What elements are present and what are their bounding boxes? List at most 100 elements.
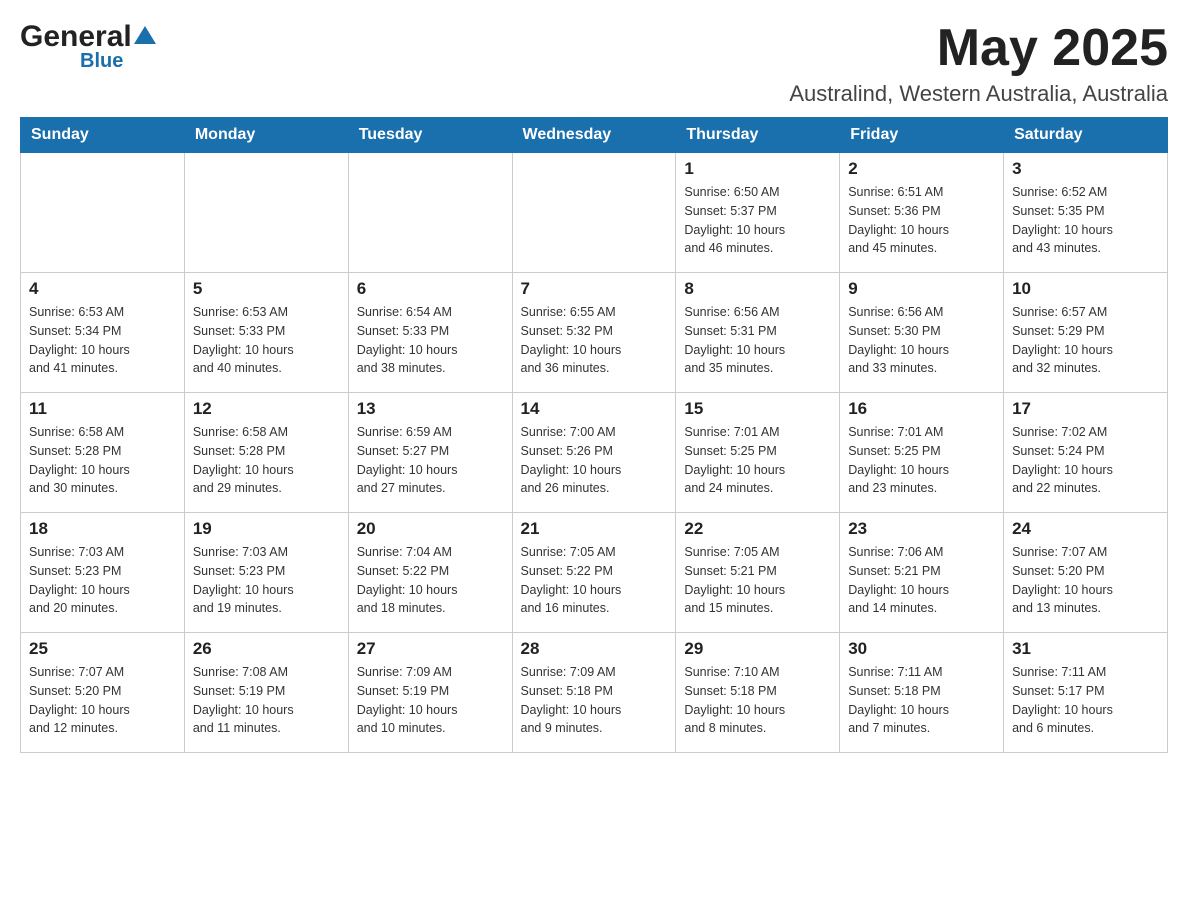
- page-header: General Blue May 2025 Australind, Wester…: [20, 20, 1168, 107]
- calendar-day-cell: 3 Sunrise: 6:52 AMSunset: 5:35 PMDaylight…: [1004, 153, 1168, 273]
- weekday-header-saturday: Saturday: [1004, 118, 1168, 153]
- calendar-week-row: 25Sunrise: 7:07 AMSunset: 5:20 PMDayligh…: [21, 633, 1168, 753]
- calendar-day-cell: 28 Sunrise: 7:09 AMSunset: 5:18 PMDayligh…: [512, 633, 676, 753]
- day-info: Sunrise: 6:59 AMSunset: 5:27 PMDaylight:…: [357, 423, 504, 498]
- calendar-day-cell: 21 Sunrise: 7:05 AMSunset: 5:22 PMDayligh…: [512, 513, 676, 633]
- calendar-day-cell: 18 Sunrise: 7:03 AMSunset: 5:23 PMDayligh…: [21, 513, 185, 633]
- weekday-header-tuesday: Tuesday: [348, 118, 512, 153]
- logo-blue-text: Blue: [80, 50, 123, 72]
- day-info: Sunrise: 6:51 AMSunset: 5:36 PMDaylight:…: [848, 183, 995, 258]
- day-number: 7: [521, 279, 668, 299]
- calendar-day-cell: 2 Sunrise: 6:51 AMSunset: 5:36 PMDaylight…: [840, 153, 1004, 273]
- calendar-week-row: 1 Sunrise: 6:50 AMSunset: 5:37 PMDaylight…: [21, 153, 1168, 273]
- weekday-header-wednesday: Wednesday: [512, 118, 676, 153]
- day-info: Sunrise: 7:09 AMSunset: 5:19 PMDaylight:…: [357, 663, 504, 738]
- calendar-day-cell: 7 Sunrise: 6:55 AMSunset: 5:32 PMDaylight…: [512, 273, 676, 393]
- weekday-header-monday: Monday: [184, 118, 348, 153]
- calendar-day-cell: 8 Sunrise: 6:56 AMSunset: 5:31 PMDaylight…: [676, 273, 840, 393]
- day-info: Sunrise: 7:03 AMSunset: 5:23 PMDaylight:…: [29, 543, 176, 618]
- calendar-day-cell: 29Sunrise: 7:10 AMSunset: 5:18 PMDayligh…: [676, 633, 840, 753]
- day-info: Sunrise: 7:11 AMSunset: 5:18 PMDaylight:…: [848, 663, 995, 738]
- calendar-day-cell: 25Sunrise: 7:07 AMSunset: 5:20 PMDayligh…: [21, 633, 185, 753]
- day-number: 14: [521, 399, 668, 419]
- day-number: 5: [193, 279, 340, 299]
- logo-triangle-icon: [134, 26, 156, 44]
- calendar-empty-cell: [21, 153, 185, 273]
- day-number: 2: [848, 159, 995, 179]
- day-info: Sunrise: 6:56 AMSunset: 5:30 PMDaylight:…: [848, 303, 995, 378]
- day-number: 17: [1012, 399, 1159, 419]
- day-info: Sunrise: 7:06 AMSunset: 5:21 PMDaylight:…: [848, 543, 995, 618]
- day-info: Sunrise: 7:05 AMSunset: 5:21 PMDaylight:…: [684, 543, 831, 618]
- day-info: Sunrise: 6:58 AMSunset: 5:28 PMDaylight:…: [29, 423, 176, 498]
- day-info: Sunrise: 7:03 AMSunset: 5:23 PMDaylight:…: [193, 543, 340, 618]
- day-number: 26: [193, 639, 340, 659]
- day-info: Sunrise: 7:08 AMSunset: 5:19 PMDaylight:…: [193, 663, 340, 738]
- calendar-day-cell: 31 Sunrise: 7:11 AMSunset: 5:17 PMDayligh…: [1004, 633, 1168, 753]
- day-info: Sunrise: 7:11 AMSunset: 5:17 PMDaylight:…: [1012, 663, 1159, 738]
- calendar-day-cell: 11Sunrise: 6:58 AMSunset: 5:28 PMDayligh…: [21, 393, 185, 513]
- calendar-day-cell: 23 Sunrise: 7:06 AMSunset: 5:21 PMDayligh…: [840, 513, 1004, 633]
- day-number: 28: [521, 639, 668, 659]
- day-info: Sunrise: 7:00 AMSunset: 5:26 PMDaylight:…: [521, 423, 668, 498]
- day-info: Sunrise: 7:05 AMSunset: 5:22 PMDaylight:…: [521, 543, 668, 618]
- day-info: Sunrise: 7:09 AMSunset: 5:18 PMDaylight:…: [521, 663, 668, 738]
- logo: General Blue: [20, 20, 156, 73]
- calendar-empty-cell: [512, 153, 676, 273]
- calendar-day-cell: 19Sunrise: 7:03 AMSunset: 5:23 PMDayligh…: [184, 513, 348, 633]
- day-info: Sunrise: 6:53 AMSunset: 5:33 PMDaylight:…: [193, 303, 340, 378]
- day-number: 12: [193, 399, 340, 419]
- logo-general-text: General: [20, 20, 132, 54]
- day-number: 23: [848, 519, 995, 539]
- day-info: Sunrise: 6:58 AMSunset: 5:28 PMDaylight:…: [193, 423, 340, 498]
- day-number: 3: [1012, 159, 1159, 179]
- calendar-day-cell: 27 Sunrise: 7:09 AMSunset: 5:19 PMDayligh…: [348, 633, 512, 753]
- day-number: 1: [684, 159, 831, 179]
- day-number: 22: [684, 519, 831, 539]
- day-number: 27: [357, 639, 504, 659]
- day-info: Sunrise: 6:54 AMSunset: 5:33 PMDaylight:…: [357, 303, 504, 378]
- weekday-header-friday: Friday: [840, 118, 1004, 153]
- day-number: 18: [29, 519, 176, 539]
- day-info: Sunrise: 6:56 AMSunset: 5:31 PMDaylight:…: [684, 303, 831, 378]
- day-number: 16: [848, 399, 995, 419]
- day-info: Sunrise: 7:07 AMSunset: 5:20 PMDaylight:…: [29, 663, 176, 738]
- day-number: 20: [357, 519, 504, 539]
- calendar-day-cell: 24 Sunrise: 7:07 AMSunset: 5:20 PMDayligh…: [1004, 513, 1168, 633]
- calendar-empty-cell: [184, 153, 348, 273]
- calendar-day-cell: 1 Sunrise: 6:50 AMSunset: 5:37 PMDaylight…: [676, 153, 840, 273]
- calendar-day-cell: 4 Sunrise: 6:53 AMSunset: 5:34 PMDaylight…: [21, 273, 185, 393]
- day-number: 13: [357, 399, 504, 419]
- month-title: May 2025: [789, 20, 1168, 77]
- title-block: May 2025 Australind, Western Australia, …: [789, 20, 1168, 107]
- calendar-day-cell: 12 Sunrise: 6:58 AMSunset: 5:28 PMDayligh…: [184, 393, 348, 513]
- calendar-day-cell: 16 Sunrise: 7:01 AMSunset: 5:25 PMDayligh…: [840, 393, 1004, 513]
- day-number: 24: [1012, 519, 1159, 539]
- day-info: Sunrise: 6:50 AMSunset: 5:37 PMDaylight:…: [684, 183, 831, 258]
- day-info: Sunrise: 7:07 AMSunset: 5:20 PMDaylight:…: [1012, 543, 1159, 618]
- weekday-header-sunday: Sunday: [21, 118, 185, 153]
- calendar-day-cell: 9 Sunrise: 6:56 AMSunset: 5:30 PMDaylight…: [840, 273, 1004, 393]
- calendar-day-cell: 30Sunrise: 7:11 AMSunset: 5:18 PMDayligh…: [840, 633, 1004, 753]
- location-title: Australind, Western Australia, Australia: [789, 81, 1168, 107]
- day-number: 10: [1012, 279, 1159, 299]
- day-info: Sunrise: 6:55 AMSunset: 5:32 PMDaylight:…: [521, 303, 668, 378]
- calendar-day-cell: 14 Sunrise: 7:00 AMSunset: 5:26 PMDayligh…: [512, 393, 676, 513]
- day-number: 8: [684, 279, 831, 299]
- day-info: Sunrise: 6:52 AMSunset: 5:35 PMDaylight:…: [1012, 183, 1159, 258]
- day-info: Sunrise: 7:02 AMSunset: 5:24 PMDaylight:…: [1012, 423, 1159, 498]
- day-info: Sunrise: 6:53 AMSunset: 5:34 PMDaylight:…: [29, 303, 176, 378]
- calendar-day-cell: 5 Sunrise: 6:53 AMSunset: 5:33 PMDaylight…: [184, 273, 348, 393]
- calendar-week-row: 11Sunrise: 6:58 AMSunset: 5:28 PMDayligh…: [21, 393, 1168, 513]
- day-number: 31: [1012, 639, 1159, 659]
- day-number: 15: [684, 399, 831, 419]
- calendar-week-row: 4 Sunrise: 6:53 AMSunset: 5:34 PMDaylight…: [21, 273, 1168, 393]
- calendar-day-cell: 15 Sunrise: 7:01 AMSunset: 5:25 PMDayligh…: [676, 393, 840, 513]
- calendar-day-cell: 22 Sunrise: 7:05 AMSunset: 5:21 PMDayligh…: [676, 513, 840, 633]
- day-info: Sunrise: 7:01 AMSunset: 5:25 PMDaylight:…: [684, 423, 831, 498]
- calendar-day-cell: 6Sunrise: 6:54 AMSunset: 5:33 PMDaylight…: [348, 273, 512, 393]
- day-number: 4: [29, 279, 176, 299]
- day-number: 9: [848, 279, 995, 299]
- day-number: 21: [521, 519, 668, 539]
- day-info: Sunrise: 7:01 AMSunset: 5:25 PMDaylight:…: [848, 423, 995, 498]
